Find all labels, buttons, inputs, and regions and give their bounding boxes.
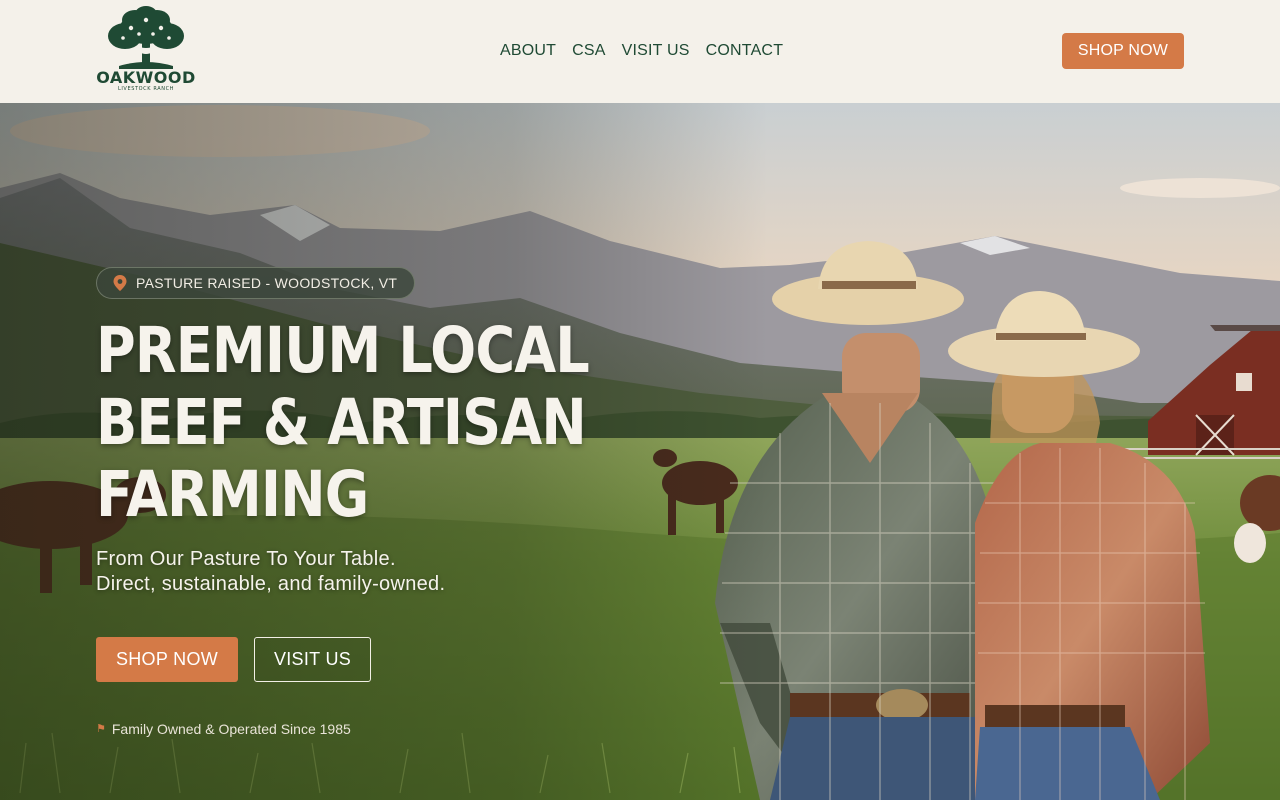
since-text: Family Owned & Operated Since 1985 bbox=[111, 721, 351, 737]
site-header: OAKWOOD LIVESTOCK RANCH ABOUT CSA VISIT … bbox=[0, 0, 1280, 103]
hero-title-line: BEEF & ARTISAN bbox=[96, 386, 587, 459]
hero-shop-now-button[interactable]: SHOP NOW bbox=[96, 637, 238, 682]
oakwood-logo[interactable]: OAKWOOD LIVESTOCK RANCH bbox=[96, 6, 196, 98]
map-pin-icon bbox=[113, 275, 127, 291]
hero-section: PASTURE RAISED - WOODSTOCK, VT PREMIUM L… bbox=[0, 103, 1280, 800]
header-shop-now-button[interactable]: SHOP NOW bbox=[1062, 33, 1184, 69]
nav-about[interactable]: ABOUT bbox=[492, 40, 564, 62]
since-note: ⚑ Family Owned & Operated Since 1985 bbox=[96, 721, 351, 737]
nav-contact[interactable]: CONTACT bbox=[698, 40, 792, 62]
hero-title-line: PREMIUM LOCAL bbox=[96, 314, 590, 387]
location-text: PASTURE RAISED - WOODSTOCK, VT bbox=[136, 275, 398, 291]
nav-csa[interactable]: CSA bbox=[564, 40, 614, 62]
hero-subtitle-line: Direct, sustainable, and family-owned. bbox=[96, 573, 446, 595]
hero-subtitle-line: From Our Pasture To Your Table. bbox=[96, 548, 396, 570]
nav-visit-us[interactable]: VISIT US bbox=[614, 40, 698, 62]
hero-title-line: FARMING bbox=[96, 458, 369, 531]
hero-subtitle: From Our Pasture To Your Table. Direct, … bbox=[96, 547, 576, 597]
main-nav: ABOUT CSA VISIT US CONTACT bbox=[492, 40, 791, 62]
oak-tree-logo-icon bbox=[108, 6, 184, 69]
flag-icon: ⚑ bbox=[96, 723, 106, 735]
location-badge: PASTURE RAISED - WOODSTOCK, VT bbox=[96, 267, 416, 299]
hero-title: PREMIUM LOCAL BEEF & ARTISAN FARMING bbox=[96, 314, 590, 531]
logo-name: OAKWOOD bbox=[96, 68, 196, 87]
hero-visit-us-button[interactable]: VISIT US bbox=[254, 637, 371, 682]
